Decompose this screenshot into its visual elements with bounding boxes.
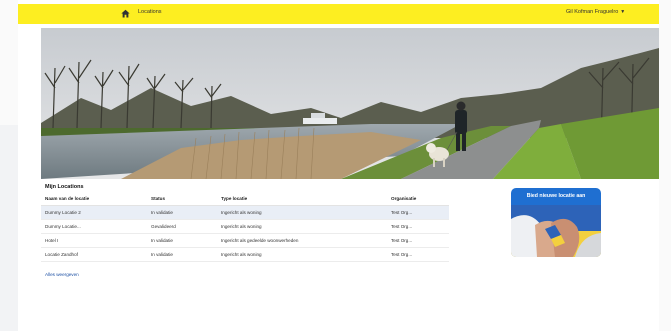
table-row[interactable]: Dummy Locatie 2 In validatie Ingericht a… (41, 205, 449, 220)
location-status: In validatie (147, 205, 217, 220)
table-header-row: Naam van de locatie Status Type locatie … (41, 193, 449, 206)
home-icon[interactable] (121, 9, 130, 18)
right-panel (659, 0, 671, 331)
organization-link[interactable]: Test Org... (387, 247, 449, 262)
table-row[interactable]: Locatie Zandhof In validatie Ingericht a… (41, 247, 449, 262)
location-type: Ingericht als woning (217, 205, 387, 220)
column-header-name[interactable]: Naam van de locatie (41, 193, 147, 206)
offer-location-card[interactable]: Bied nieuwe locatie aan (511, 188, 601, 257)
column-header-status[interactable]: Status (147, 193, 217, 206)
organization-link[interactable]: Test Org... (387, 205, 449, 220)
locations-table: Naam van de locatie Status Type locatie … (41, 193, 449, 262)
user-name: Gil Kofman Fraguelro (566, 9, 619, 15)
location-name-link[interactable]: Hotel I (41, 233, 147, 248)
user-menu[interactable]: Gil Kofman Fraguelro ▼ (566, 9, 625, 15)
left-panel-top (0, 0, 18, 125)
location-name-link[interactable]: Locatie Zandhof (41, 247, 147, 262)
location-type: Ingericht als gedeelde woonwerheden (217, 233, 387, 248)
column-header-organization[interactable]: Organisatie (387, 193, 449, 206)
section-title: Mijn Locations (45, 184, 84, 190)
location-name-link[interactable]: Dummy Locatie 2 (41, 205, 147, 220)
chevron-down-icon: ▼ (620, 9, 626, 15)
location-status: In validatie (147, 233, 217, 248)
hands-ukraine-image (511, 205, 601, 257)
location-name-link[interactable]: Dummy Locatie... (41, 219, 147, 234)
table-row[interactable]: Dummy Locatie... Gevalideerd Ingericht a… (41, 219, 449, 234)
organization-link[interactable]: Test Org... (387, 233, 449, 248)
left-panel (0, 125, 18, 331)
table-row[interactable]: Hotel I In validatie Ingericht als gedee… (41, 233, 449, 248)
top-navigation-bar: Locations Gil Kofman Fraguelro ▼ (18, 4, 659, 24)
main-content: Mijn Locations Naam van de locatie Statu… (41, 28, 659, 331)
location-type: Ingericht als woning (217, 219, 387, 234)
nav-locations-link[interactable]: Locations (138, 9, 162, 15)
show-all-link[interactable]: Alles weergeven (45, 272, 79, 277)
location-type: Ingericht als woning (217, 247, 387, 262)
column-header-type[interactable]: Type locatie (217, 193, 387, 206)
location-status: Gevalideerd (147, 219, 217, 234)
location-status: In validatie (147, 247, 217, 262)
organization-link[interactable]: Test Org... (387, 219, 449, 234)
hero-image (41, 28, 659, 179)
offer-location-title[interactable]: Bied nieuwe locatie aan (511, 193, 601, 199)
